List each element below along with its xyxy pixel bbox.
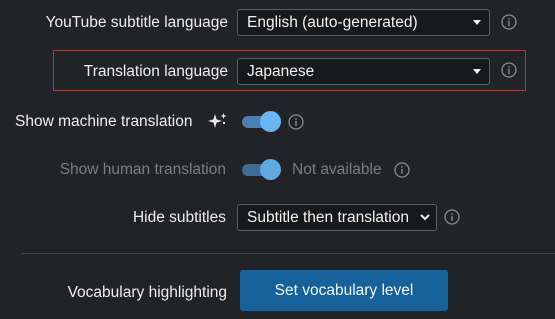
toggle-knob <box>260 159 281 180</box>
human-translation-toggle[interactable] <box>240 159 281 180</box>
youtube-subtitle-language-label: YouTube subtitle language <box>45 14 228 31</box>
show-machine-translation-label: Show machine translation <box>15 113 193 130</box>
set-vocabulary-level-button[interactable]: Set vocabulary level <box>240 270 448 311</box>
toggle-knob <box>260 111 281 132</box>
dropdown-caret-icon <box>473 69 481 74</box>
info-icon[interactable] <box>501 62 517 78</box>
dropdown-caret-icon <box>473 20 481 25</box>
translation-language-label: Translation language <box>83 63 228 80</box>
info-icon[interactable] <box>394 162 410 178</box>
settings-panel: YouTube subtitle language English (auto-… <box>0 0 555 319</box>
translation-language-value: Japanese <box>247 63 315 80</box>
youtube-subtitle-language-select[interactable]: English (auto-generated) <box>237 9 490 36</box>
translation-language-select[interactable]: Japanese <box>237 58 490 85</box>
info-icon[interactable] <box>288 114 304 130</box>
youtube-subtitle-language-value: English (auto-generated) <box>247 14 418 31</box>
show-human-translation-label: Show human translation <box>59 161 226 178</box>
vocabulary-highlighting-label: Vocabulary highlighting <box>67 284 227 301</box>
hide-subtitles-label: Hide subtitles <box>132 209 226 226</box>
section-divider <box>22 253 555 254</box>
info-icon[interactable] <box>444 209 460 225</box>
human-translation-status: Not available <box>292 161 382 178</box>
chevron-down-icon <box>420 211 430 223</box>
info-icon[interactable] <box>501 14 517 30</box>
sparkle-icon <box>208 113 227 128</box>
machine-translation-toggle[interactable] <box>240 111 281 132</box>
hide-subtitles-select[interactable]: Subtitle then translation <box>237 204 437 231</box>
hide-subtitles-value: Subtitle then translation <box>247 209 409 226</box>
